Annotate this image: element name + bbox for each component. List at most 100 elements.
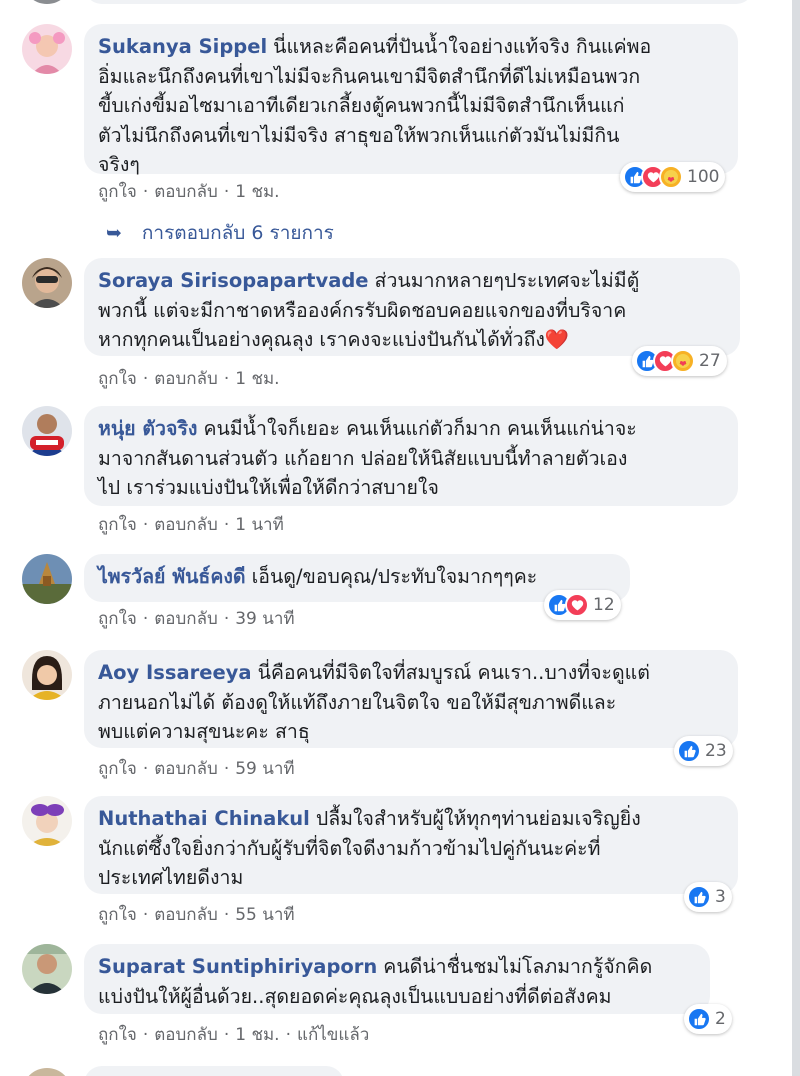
reaction-count: 23: [705, 741, 727, 761]
separator-dot: ·: [223, 515, 230, 535]
avatar[interactable]: [22, 406, 72, 456]
like-icon: [687, 1007, 711, 1031]
like-link[interactable]: ถูกใจ: [98, 905, 137, 925]
comment-bubble: Nuthathai Chinakul ปลื้มใจสำหรับผู้ให้ทุก…: [84, 796, 738, 894]
reaction-count: 27: [699, 351, 721, 371]
comment-bubble: Soraya Sirisopapartvade ส่วนมากหลายๆประเท…: [84, 258, 740, 356]
like-link[interactable]: ถูกใจ: [98, 609, 137, 629]
avatar[interactable]: [22, 554, 72, 604]
comment-author[interactable]: Soraya Sirisopapartvade: [98, 269, 369, 292]
comment-bubble: [84, 1066, 344, 1076]
comment-text: อิ่มและนึกถึงคนที่เขาไม่มีจะกินคนเขามีจิ…: [98, 64, 641, 88]
like-link[interactable]: ถูกใจ: [98, 1025, 137, 1045]
avatar[interactable]: [22, 258, 72, 308]
reply-link[interactable]: ตอบกลับ: [154, 515, 218, 535]
separator-dot: ·: [142, 369, 149, 389]
comment-author[interactable]: Suparat Suntiphiriyaporn: [98, 955, 377, 978]
comment-actions: ถูกใจ · ตอบกลับ · 1 ชม.: [98, 178, 280, 205]
reaction-count: 12: [593, 595, 615, 615]
comment-author[interactable]: หนุ่ย ตัวจริง: [98, 417, 197, 440]
reply-link[interactable]: ตอบกลับ: [154, 182, 218, 202]
comment-text: คนดีน่าชื่นชมไม่โลภมากรู้จักคิด: [383, 955, 653, 978]
comment-author[interactable]: ไพรวัลย์ พันธ์คงดี: [98, 565, 246, 588]
like-link[interactable]: ถูกใจ: [98, 759, 137, 779]
separator-dot: ·: [223, 182, 230, 202]
timestamp[interactable]: 59 นาที: [235, 759, 294, 779]
separator-dot: ·: [142, 905, 149, 925]
reply-link[interactable]: ตอบกลับ: [154, 905, 218, 925]
comment-text: พวกนี้ แต่จะมีกาชาดหรือองค์กรรับผิดชอบคอ…: [98, 298, 627, 322]
reaction-summary[interactable]: 3: [684, 882, 732, 912]
comment-text: ภายนอกไม่ได้ ต้องดูให้แท้ถึงภายในจิตใจ ข…: [98, 690, 617, 714]
avatar: [22, 0, 72, 4]
comment-actions: ถูกใจ · ตอบกลับ · 1 ชม.: [98, 365, 280, 392]
comment-author[interactable]: Aoy Issareeya: [98, 661, 252, 684]
like-link[interactable]: ถูกใจ: [98, 182, 137, 202]
comment-text: ไป เราร่วมแบ่งปันให้เพื่อให้ดีกว่าสบายใจ: [98, 476, 439, 499]
comment-text: ปลื้มใจสำหรับผู้ให้ทุกๆท่านย่อมเจริญยิ่ง: [315, 807, 641, 830]
avatar[interactable]: [22, 796, 72, 846]
comment-text: นักแต่ซึ้งใจยิ่งกว่ากับผู้รับที่จิตใจดีง…: [98, 836, 601, 860]
separator-dot: ·: [223, 1025, 230, 1045]
comment-text: เอ็นดู/ขอบคุณ/ประทับใจมากๆๆคะ: [251, 565, 538, 588]
comment-text: คนมีน้ำใจก็เยอะ คนเห็นแก่ตัวก็มาก คนเห็น…: [203, 417, 637, 440]
view-replies-link[interactable]: ➥ การตอบกลับ 6 รายการ: [106, 218, 334, 248]
comment-text: นี่แหละคือคนที่ปันน้ำใจอย่างแท้จริง กินแ…: [273, 35, 652, 58]
avatar[interactable]: [22, 24, 72, 74]
like-link[interactable]: ถูกใจ: [98, 515, 137, 535]
comment-actions: ถูกใจ · ตอบกลับ · 39 นาที: [98, 605, 295, 632]
like-icon: [677, 739, 701, 763]
separator-dot: ·: [285, 1025, 291, 1045]
timestamp[interactable]: 1 นาที: [235, 515, 284, 535]
reaction-count: 2: [715, 1009, 726, 1029]
edited-label[interactable]: แก้ไขแล้ว: [297, 1025, 369, 1045]
comment-text: แบ่งปันให้ผู้อื่นด้วย..สุดยอดค่ะคุณลุงเป…: [98, 984, 612, 1008]
comment-actions: ถูกใจ · ตอบกลับ · 59 นาที: [98, 755, 295, 782]
separator-dot: ·: [142, 759, 149, 779]
care-icon: [659, 165, 683, 189]
comment-bubble: [84, 0, 754, 4]
separator-dot: ·: [223, 759, 230, 779]
separator-dot: ·: [223, 369, 230, 389]
reaction-summary[interactable]: 23: [674, 736, 733, 766]
comment-bubble: Aoy Issareeya นี่คือคนที่มีจิตใจที่สมบูรณ…: [84, 650, 738, 748]
separator-dot: ·: [223, 905, 230, 925]
reaction-summary[interactable]: 100: [620, 162, 726, 192]
comment-text: หากทุกคนเป็นอย่างคุณลุง เราคงจะแบ่งปันกั…: [98, 328, 570, 351]
comment-text: พบแต่ความสุขนะคะ สาธุ: [98, 720, 310, 743]
comment-actions: ถูกใจ · ตอบกลับ · 55 นาที: [98, 901, 295, 928]
separator-dot: ·: [142, 515, 149, 535]
comment-text: ขี้บเก่งขี้มอไซมาเอาทีเดียวเกลี้ยงตู้คนพ…: [98, 94, 625, 117]
reaction-summary[interactable]: 12: [544, 590, 621, 620]
comment-text: ส่วนมากหลายๆประเทศจะไม่มีตู้: [374, 269, 640, 292]
timestamp[interactable]: 39 นาที: [235, 609, 294, 629]
separator-dot: ·: [142, 182, 149, 202]
separator-dot: ·: [142, 609, 149, 629]
scrollbar[interactable]: [792, 0, 800, 1076]
reply-link[interactable]: ตอบกลับ: [154, 759, 218, 779]
previous-comment-peek: [0, 0, 800, 6]
reply-arrow-icon: ➥: [106, 222, 122, 244]
reaction-summary[interactable]: 27: [632, 346, 727, 376]
avatar[interactable]: [22, 650, 72, 700]
timestamp[interactable]: 55 นาที: [235, 905, 294, 925]
like-link[interactable]: ถูกใจ: [98, 369, 137, 389]
comment-bubble: Suparat Suntiphiriyaporn คนดีน่าชื่นชมไม่…: [84, 944, 710, 1014]
reply-link[interactable]: ตอบกลับ: [154, 609, 218, 629]
reply-link[interactable]: ตอบกลับ: [154, 369, 218, 389]
separator-dot: ·: [142, 1025, 149, 1045]
timestamp[interactable]: 1 ชม.: [235, 369, 279, 389]
separator-dot: ·: [223, 609, 230, 629]
reaction-summary[interactable]: 2: [684, 1004, 732, 1034]
comment-text: ประเทศไทยดีงาม: [98, 866, 244, 889]
comment-actions: ถูกใจ · ตอบกลับ · 1 ชม. · แก้ไขแล้ว: [98, 1021, 369, 1048]
comment-author[interactable]: Sukanya Sippel: [98, 35, 267, 58]
comment-author[interactable]: Nuthathai Chinakul: [98, 807, 310, 830]
timestamp[interactable]: 1 ชม.: [235, 1025, 279, 1045]
timestamp[interactable]: 1 ชม.: [235, 182, 279, 202]
reply-link[interactable]: ตอบกลับ: [154, 1025, 218, 1045]
replies-count-label[interactable]: การตอบกลับ 6 รายการ: [142, 218, 334, 248]
avatar[interactable]: [22, 1068, 72, 1076]
comment-text: นี่คือคนที่มีจิตใจที่สมบูรณ์ คนเรา..บางท…: [257, 661, 650, 684]
avatar[interactable]: [22, 944, 72, 994]
